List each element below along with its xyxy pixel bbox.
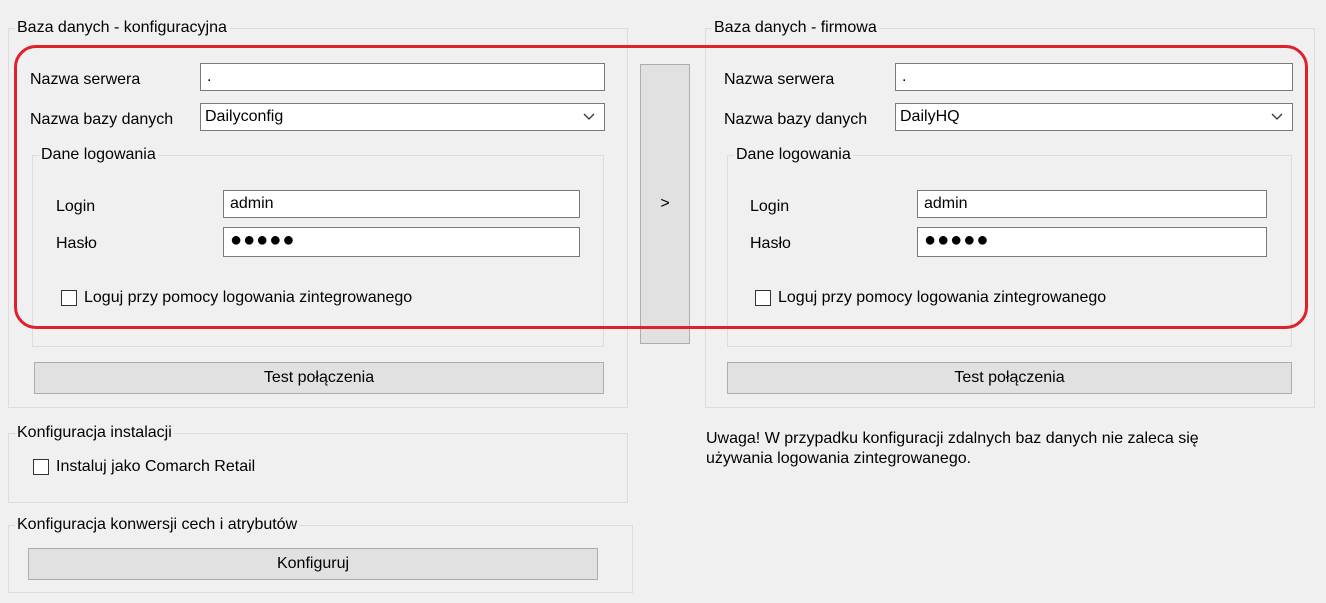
company-server-label: Nazwa serwera — [724, 71, 835, 88]
copy-settings-button[interactable]: > — [640, 64, 690, 344]
configure-label: Konfiguruj — [276, 555, 350, 572]
company-integrated-label: Loguj przy pomocy logowania zintegrowane… — [778, 289, 1107, 306]
retail-label: Instaluj jako Comarch Retail — [56, 458, 256, 475]
company-password-input[interactable]: ●●●●● — [917, 227, 1267, 257]
config-login-title: Dane logowania — [39, 146, 158, 164]
company-server-input[interactable]: . — [895, 63, 1293, 91]
company-db-value: DailyHQ — [900, 108, 960, 125]
company-integrated-checkbox[interactable] — [755, 290, 771, 306]
install-config-title: Konfiguracja instalacji — [15, 424, 174, 442]
config-db-label: Nazwa bazy danych — [30, 111, 174, 128]
company-login-title: Dane logowania — [734, 146, 853, 164]
retail-checkbox[interactable] — [33, 459, 49, 475]
configure-button[interactable]: Konfiguruj — [28, 548, 598, 580]
config-db-select[interactable]: Dailyconfig — [200, 103, 605, 131]
config-integrated-checkbox[interactable] — [61, 290, 77, 306]
config-password-label: Hasło — [56, 235, 97, 252]
config-db-value: Dailyconfig — [205, 108, 284, 125]
config-password-input[interactable]: ●●●●● — [223, 227, 580, 257]
integrated-warning: Uwaga! W przypadku konfiguracji zdalnych… — [706, 429, 1199, 469]
chevron-down-icon — [580, 104, 598, 130]
config-db-title: Baza danych - konfiguracyjna — [15, 19, 229, 37]
warning-line-2: używania logowania zintegrowanego. — [706, 450, 972, 467]
company-test-button[interactable]: Test połączenia — [727, 362, 1292, 394]
config-integrated-label: Loguj przy pomocy logowania zintegrowane… — [84, 289, 413, 306]
chevron-down-icon — [1268, 104, 1286, 130]
company-login-input[interactable]: admin — [917, 190, 1267, 218]
company-db-title: Baza danych - firmowa — [712, 19, 879, 37]
company-db-select[interactable]: DailyHQ — [895, 103, 1293, 131]
company-test-label: Test połączenia — [954, 369, 1065, 386]
config-server-input[interactable]: . — [200, 63, 605, 91]
company-login-label: Login — [750, 198, 790, 215]
config-server-label: Nazwa serwera — [30, 71, 141, 88]
conversion-config-title: Konfiguracja konwersji cech i atrybutów — [15, 516, 300, 534]
config-test-label: Test połączenia — [263, 369, 375, 386]
warning-line-1: Uwaga! W przypadku konfiguracji zdalnych… — [706, 430, 1199, 447]
config-test-button[interactable]: Test połączenia — [34, 362, 604, 394]
config-login-input[interactable]: admin — [223, 190, 580, 218]
copy-settings-label: > — [660, 195, 670, 212]
config-login-label: Login — [56, 198, 96, 215]
company-password-label: Hasło — [750, 235, 791, 252]
company-db-label: Nazwa bazy danych — [724, 111, 868, 128]
